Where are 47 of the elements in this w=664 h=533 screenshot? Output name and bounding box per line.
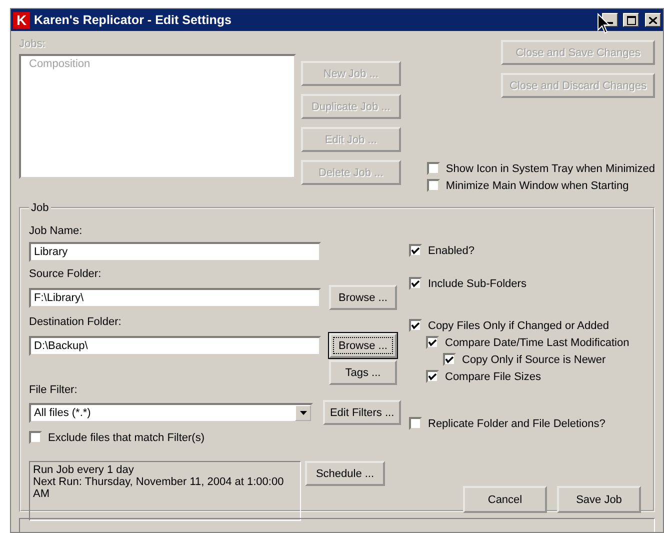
checkbox-label: Compare Date/Time Last Modification: [445, 336, 630, 348]
checkbox[interactable]: [443, 353, 456, 366]
checkbox[interactable]: [409, 417, 422, 430]
field-label: Job Name:: [29, 224, 84, 239]
mouse-cursor-icon: [597, 13, 611, 35]
checkbox-label: Exclude files that match Filter(s): [48, 432, 204, 444]
checkbox-label: Include Sub-Folders: [428, 278, 526, 290]
browse-button[interactable]: Browse ...: [329, 333, 397, 358]
tags-button[interactable]: Tags ...: [329, 360, 397, 385]
file-filter-dropdown[interactable]: All files (*.*): [29, 402, 314, 422]
checkbox[interactable]: [426, 179, 440, 192]
close-button[interactable]: [645, 13, 661, 27]
window-title: Karen's Replicator - Edit Settings: [34, 13, 232, 27]
dialog-button[interactable]: Save Job: [557, 486, 641, 513]
schedule-text: Run Job every 1 day: [33, 464, 135, 476]
schedule-button[interactable]: Schedule ...: [305, 461, 385, 486]
checkbox-label: Show Icon in System Tray when Minimized: [446, 162, 655, 174]
schedule-text: AM: [33, 488, 50, 500]
schedule-text: Next Run: Thursday, November 11, 2004 at 1:00:00: [33, 476, 285, 488]
checkbox[interactable]: [409, 319, 422, 332]
source-folder-field[interactable]: F:\Library\: [29, 288, 321, 308]
field-label: Destination Folder:: [29, 315, 122, 330]
checkbox-label: Copy Files Only if Changed or Added: [428, 320, 609, 332]
checkbox[interactable]: [426, 336, 439, 349]
maximize-button[interactable]: [623, 13, 639, 27]
checkbox[interactable]: [426, 370, 439, 383]
browse-button[interactable]: Browse ...: [329, 285, 397, 310]
checkbox[interactable]: [426, 162, 440, 175]
dropdown-arrow-icon: [300, 410, 307, 414]
destination-folder-field[interactable]: D:\Backup\: [29, 336, 321, 356]
maximize-icon: [626, 16, 636, 24]
checkbox[interactable]: [409, 277, 422, 290]
checkbox[interactable]: [29, 431, 42, 444]
edit-filters-button[interactable]: Edit Filters ...: [323, 400, 401, 425]
checkbox-label: Copy Only if Source is Newer: [462, 354, 606, 366]
field-label: Source Folder:: [29, 267, 102, 282]
close-icon: [649, 16, 657, 24]
checkbox-label: Enabled?: [428, 244, 474, 256]
checkbox-label: Compare File Sizes: [445, 370, 541, 382]
app-icon: K: [13, 12, 30, 28]
checkbox-label: Minimize Main Window when Starting: [446, 180, 629, 192]
field-label: File Filter:: [29, 383, 78, 398]
dialog-button[interactable]: Cancel: [463, 486, 547, 513]
checkbox[interactable]: [409, 244, 422, 257]
group-title: Job: [30, 202, 50, 214]
checkbox-label: Replicate Folder and File Deletions?: [428, 418, 606, 430]
job-name-field[interactable]: Library: [29, 242, 321, 262]
